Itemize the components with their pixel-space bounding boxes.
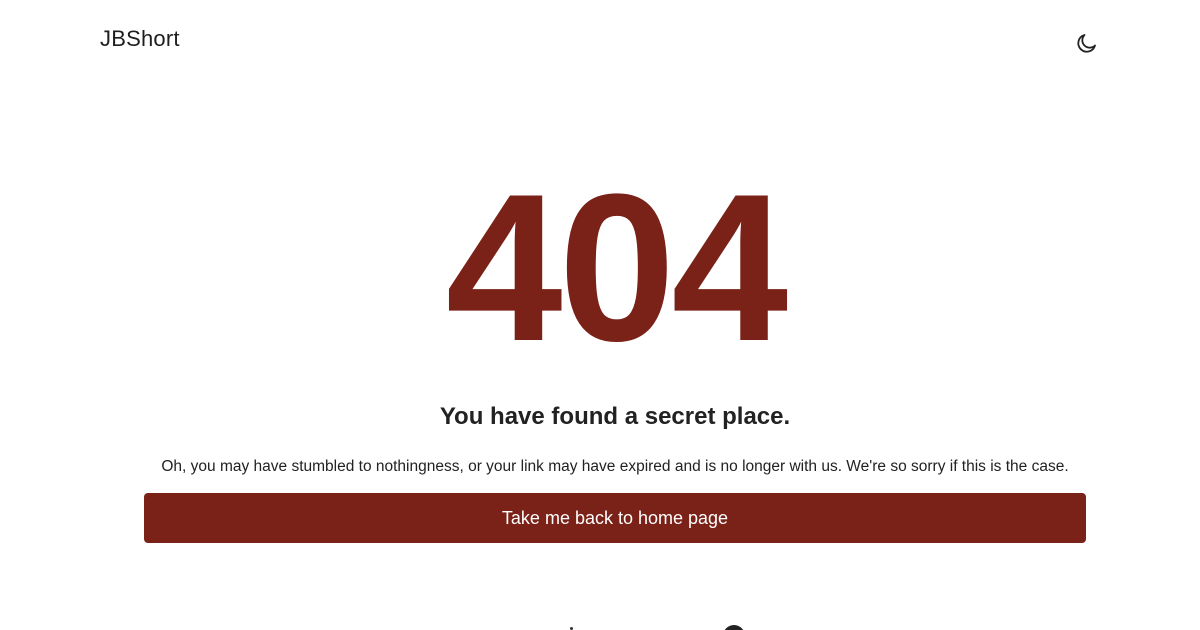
error-headline: You have found a secret place. — [439, 403, 791, 430]
page: JBShort 404 You have found a secret plac… — [0, 0, 1200, 630]
footer-circle-icon — [723, 625, 745, 630]
footer — [0, 620, 1200, 630]
error-message: Oh, you may have stumbled to nothingness… — [161, 458, 1069, 475]
theme-toggle-button[interactable] — [1074, 30, 1100, 56]
brand-link[interactable]: JBShort — [100, 26, 180, 52]
moon-icon — [1077, 34, 1096, 53]
home-button[interactable]: Take me back to home page — [144, 493, 1086, 543]
error-code: 404 — [445, 150, 788, 385]
